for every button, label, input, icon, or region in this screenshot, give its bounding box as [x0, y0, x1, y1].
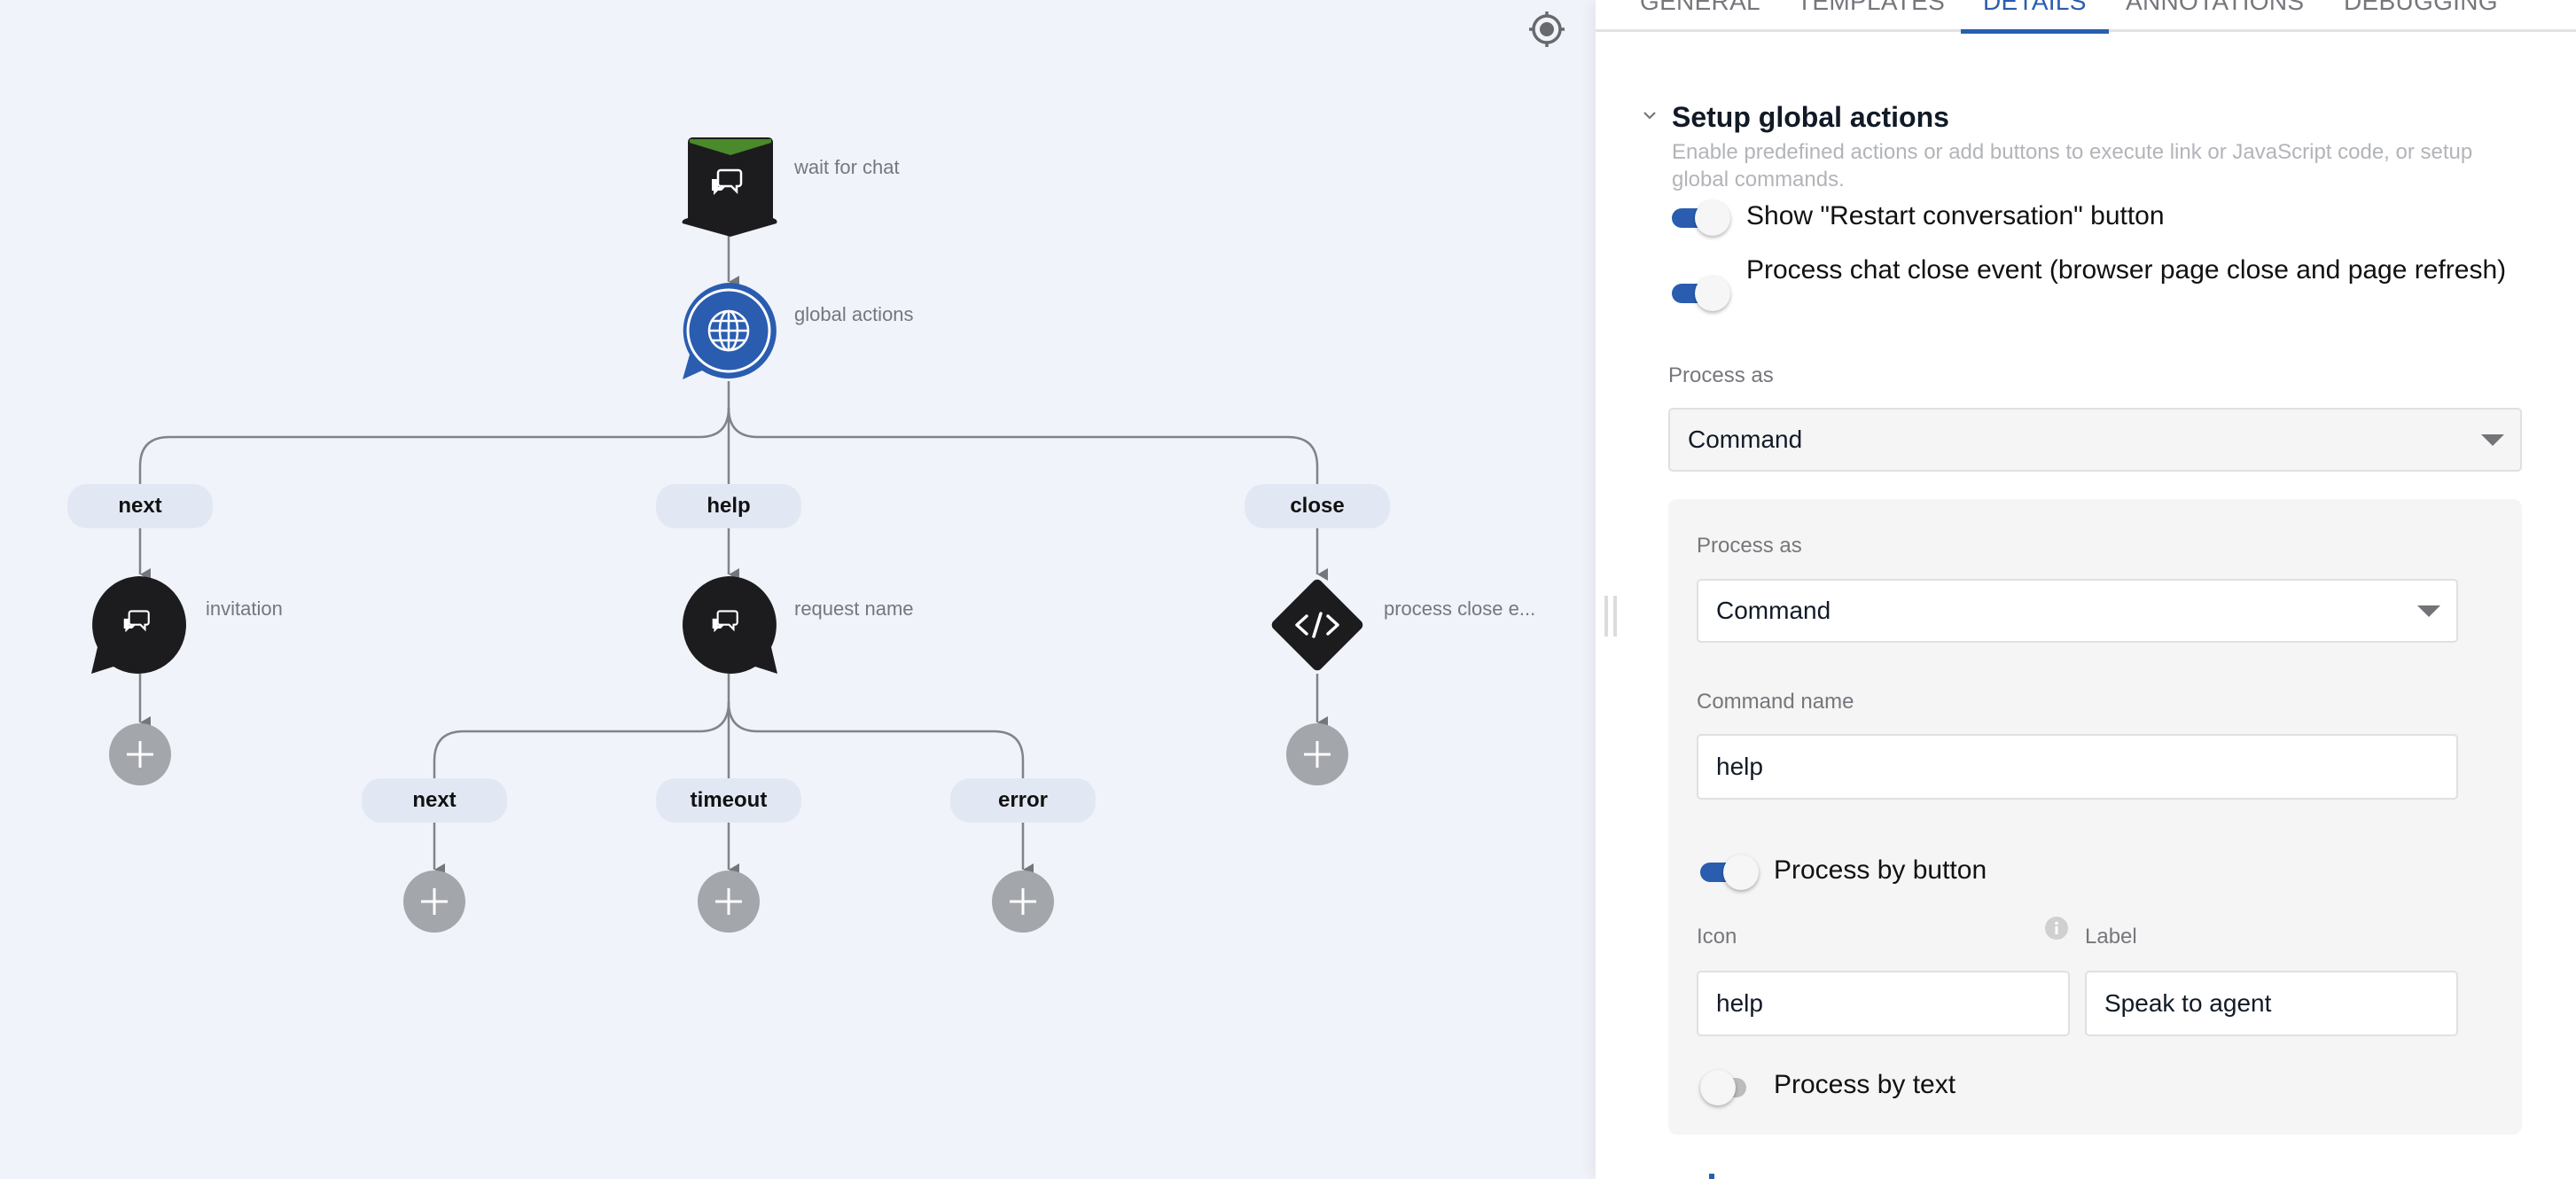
group-process-as-value: Command [1716, 597, 1831, 624]
restart-conversation-toggle[interactable] [1668, 200, 1730, 236]
node-label-wait-for-chat: wait for chat [794, 156, 900, 178]
process-as-value: Command [1688, 426, 1803, 453]
chevron-down-icon[interactable] [1642, 107, 1658, 123]
add-node-button[interactable] [1286, 723, 1348, 785]
node-label-process-close: process close e... [1384, 597, 1536, 620]
flow-canvas[interactable]: wait for chat global actions next help c… [0, 0, 1596, 1179]
button-label-input[interactable]: Speak to agent [2085, 971, 2458, 1036]
dropdown-caret-icon [2481, 434, 2504, 446]
command-name-input[interactable]: help [1697, 734, 2458, 800]
add-node-button[interactable] [109, 723, 171, 785]
process-close-node-button[interactable] [1269, 576, 1365, 674]
tab-annotations[interactable]: ANNOTATIONS [2126, 0, 2304, 32]
branch-pill-close[interactable]: close [1245, 484, 1390, 528]
edge-request-left [433, 701, 730, 778]
process-by-text-toggle[interactable] [1697, 1070, 1752, 1105]
crosshair-locate-icon [1529, 12, 1565, 47]
icon-input[interactable]: help [1697, 971, 2070, 1036]
tab-templates[interactable]: TEMPLATES [1797, 0, 1945, 32]
edge-global-left [138, 407, 730, 484]
chat-close-event-label: Process chat close event (browser page c… [1746, 255, 2507, 285]
tab-general[interactable]: GENERAL [1640, 0, 1760, 32]
command-name-value: help [1716, 753, 1763, 780]
process-by-button-label: Process by button [1774, 855, 1987, 885]
button-label-value: Speak to agent [2104, 989, 2272, 1017]
process-by-button-toggle[interactable] [1697, 855, 1759, 890]
section-title: Setup global actions [1672, 101, 1949, 133]
global-actions-node-button[interactable] [681, 283, 777, 380]
button-label-field-label: Label [2085, 925, 2137, 949]
tab-debugging[interactable]: DEBUGGING [2344, 0, 2498, 32]
add-node-button[interactable] [403, 871, 465, 933]
node-label-request-name: request name [794, 597, 914, 620]
panel-tabs: GENERAL TEMPLATES DETAILS ANNOTATIONS DE… [1596, 0, 2576, 34]
process-by-text-label: Process by text [1774, 1070, 1956, 1099]
invitation-node-button[interactable] [90, 576, 190, 674]
add-node-button[interactable] [992, 871, 1054, 933]
branch-pill-help[interactable]: help [656, 484, 801, 528]
panel-resize-handle[interactable] [1604, 596, 1617, 636]
tab-details[interactable]: DETAILS [1961, 0, 2109, 34]
locate-center-button[interactable] [1525, 7, 1569, 51]
edge-global-right [727, 407, 1319, 484]
node-label-invitation: invitation [206, 597, 283, 620]
add-node-button[interactable] [698, 871, 760, 933]
wait-for-chat-node-button[interactable] [683, 137, 778, 237]
icon-field-label: Icon [1697, 925, 1737, 949]
group-process-as-label: Process as [1697, 534, 1802, 558]
restart-conversation-label: Show "Restart conversation" button [1746, 201, 2165, 230]
dropdown-caret-icon [2417, 605, 2440, 617]
branch-pill-next[interactable]: next [67, 484, 213, 528]
process-as-label: Process as [1668, 363, 1774, 387]
section-description: Enable predefined actions or add buttons… [1672, 140, 2473, 191]
group-process-as-select[interactable]: Command [1697, 579, 2458, 643]
process-as-select[interactable]: Command [1668, 408, 2522, 472]
request-name-node-button[interactable] [679, 576, 778, 674]
branch-pill-error[interactable]: error [950, 778, 1096, 823]
command-name-label: Command name [1697, 690, 1854, 714]
node-label-global-actions: global actions [794, 303, 914, 325]
next-section-chevron-fragment [1709, 1174, 1714, 1179]
details-panel: GENERAL TEMPLATES DETAILS ANNOTATIONS DE… [1596, 0, 2576, 1179]
icon-value: help [1716, 989, 1763, 1017]
chat-close-event-toggle[interactable] [1668, 276, 1730, 311]
branch-pill-timeout[interactable]: timeout [656, 778, 801, 823]
edge-request-right [727, 701, 1025, 778]
info-icon[interactable] [2045, 917, 2068, 940]
branch-pill-next[interactable]: next [362, 778, 507, 823]
